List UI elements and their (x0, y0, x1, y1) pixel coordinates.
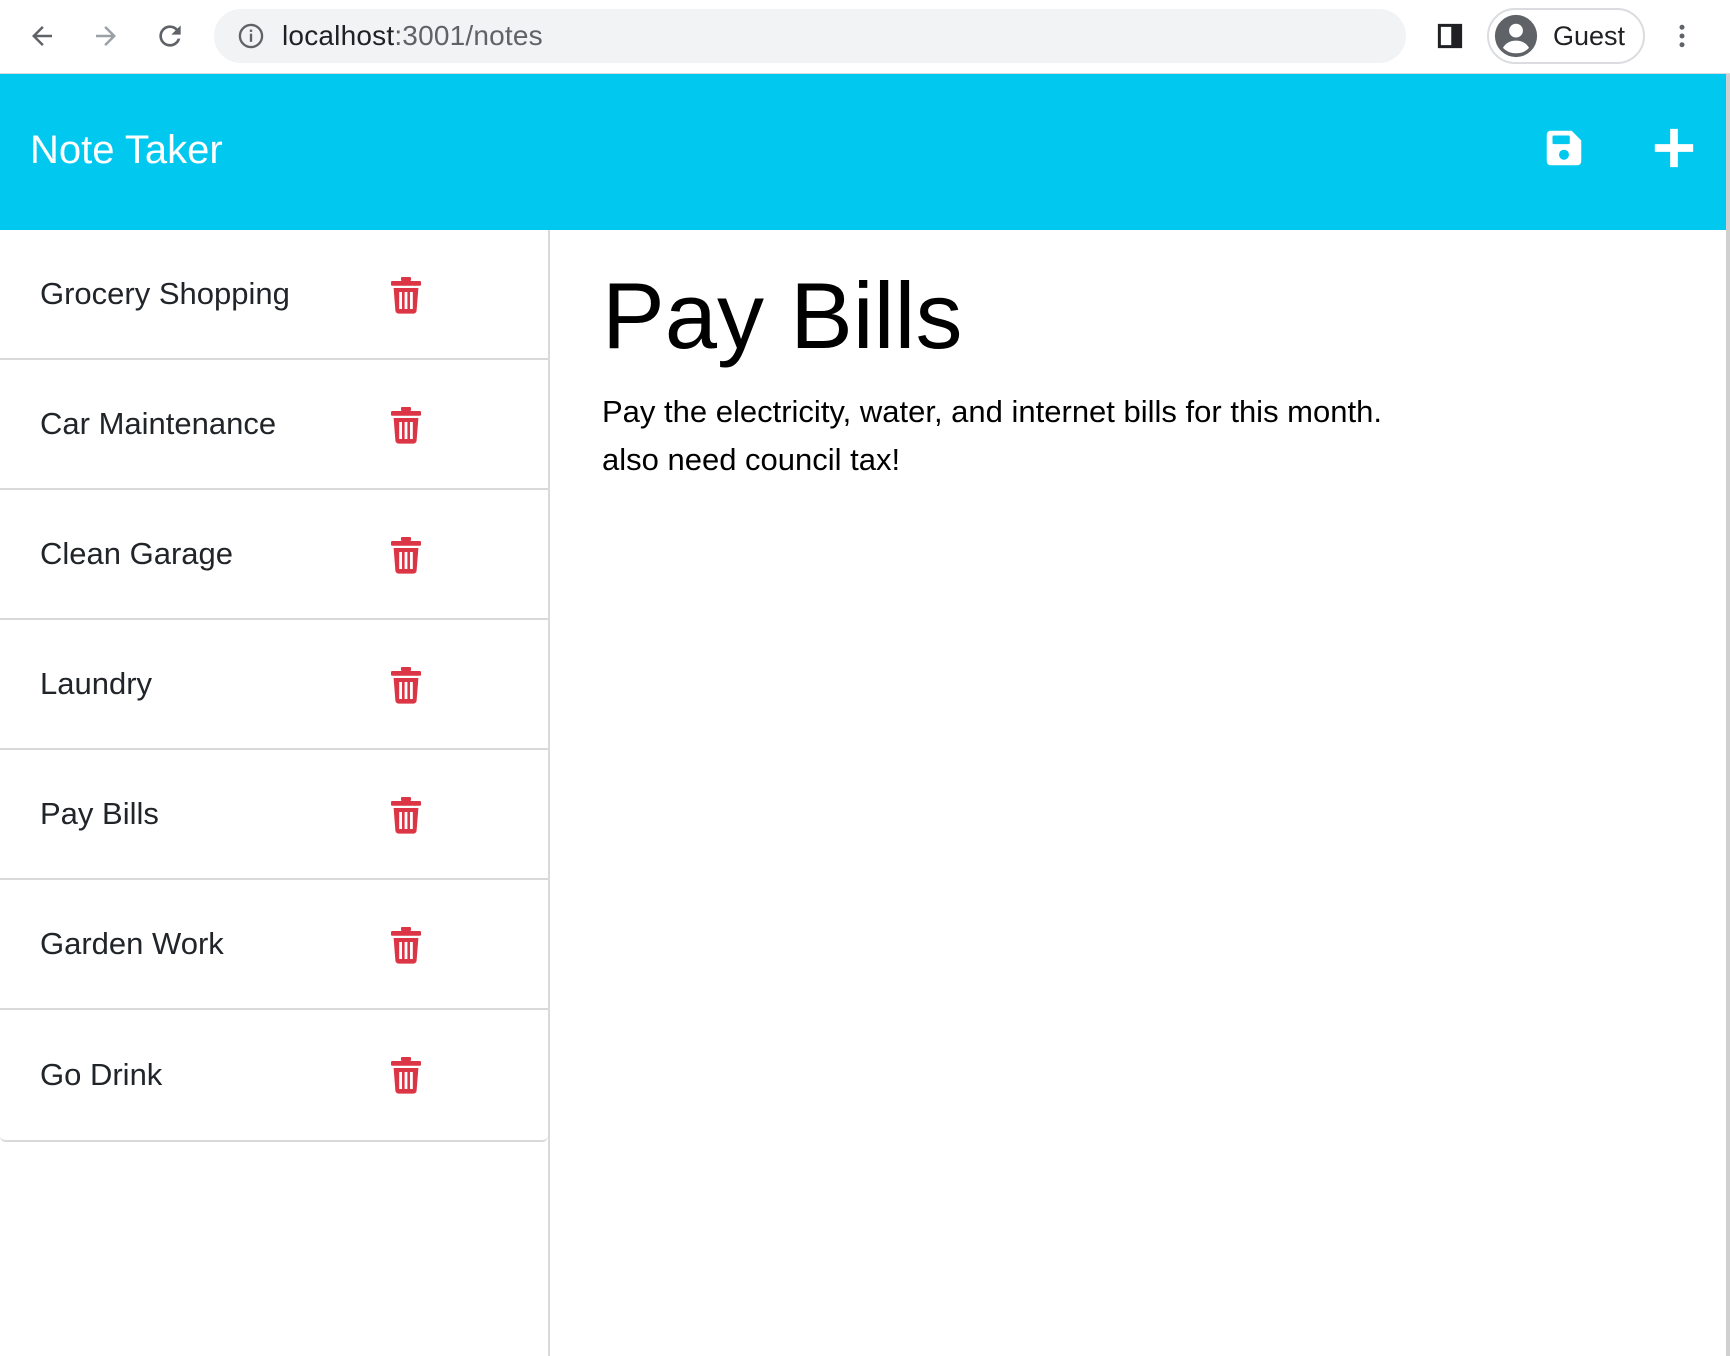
note-list: Grocery Shopping Car Maintenance Clean G… (0, 230, 548, 1142)
app-navbar: Note Taker (0, 74, 1726, 230)
address-bar[interactable]: localhost:3001/notes (214, 9, 1406, 63)
notes-sidebar: Grocery Shopping Car Maintenance Clean G… (0, 230, 550, 1356)
trash-icon (391, 537, 421, 574)
save-icon (1546, 130, 1582, 166)
url-text: localhost:3001/notes (282, 20, 543, 52)
window-edge (1726, 74, 1730, 1356)
note-editor: Pay Bills Pay the electricity, water, an… (552, 230, 1726, 1356)
note-title: Go Drink (40, 1057, 163, 1092)
more-vert-icon (1679, 24, 1685, 48)
arrow-left-icon (32, 26, 52, 46)
trash-icon (391, 927, 421, 964)
arrow-right-icon (96, 26, 116, 46)
trash-icon (391, 667, 421, 704)
list-item[interactable]: Garden Work (0, 880, 548, 1010)
account-circle-icon (1494, 14, 1538, 58)
trash-icon (391, 1057, 421, 1094)
reload-icon (159, 25, 181, 47)
list-item[interactable]: Car Maintenance (0, 360, 548, 490)
new-note-button[interactable] (1648, 122, 1700, 174)
list-item[interactable]: Clean Garage (0, 490, 548, 620)
url-host: localhost (282, 20, 395, 51)
profile-name: Guest (1553, 20, 1626, 51)
info-icon[interactable] (236, 21, 266, 51)
delete-note-button[interactable] (386, 924, 426, 966)
back-button[interactable] (20, 14, 64, 58)
note-title: Laundry (40, 666, 153, 701)
delete-note-button[interactable] (386, 1054, 426, 1096)
list-item[interactable]: Pay Bills (0, 750, 548, 880)
delete-note-button[interactable] (386, 664, 426, 706)
note-title: Garden Work (40, 926, 224, 961)
profile-button[interactable]: Guest (1487, 8, 1645, 64)
list-item[interactable]: Laundry (0, 620, 548, 750)
trash-icon (391, 277, 421, 314)
note-title: Car Maintenance (40, 406, 277, 441)
delete-note-button[interactable] (386, 274, 426, 316)
note-title: Pay Bills (40, 796, 159, 831)
trash-icon (391, 407, 421, 444)
note-text-field[interactable]: Pay the electricity, water, and internet… (602, 388, 1482, 484)
save-note-button[interactable] (1538, 122, 1590, 174)
delete-note-button[interactable] (386, 534, 426, 576)
reload-button[interactable] (148, 14, 192, 58)
note-title: Grocery Shopping (40, 276, 290, 311)
browser-toolbar: localhost:3001/notes Guest (0, 0, 1730, 74)
list-item[interactable]: Grocery Shopping (0, 230, 548, 360)
app-brand[interactable]: Note Taker (30, 128, 223, 173)
delete-note-button[interactable] (386, 794, 426, 836)
trash-icon (391, 797, 421, 834)
plus-icon (1654, 128, 1694, 168)
side-panel-button[interactable] (1428, 14, 1472, 58)
note-title: Clean Garage (40, 536, 234, 571)
forward-button[interactable] (84, 14, 128, 58)
browser-menu-button[interactable] (1660, 14, 1704, 58)
url-path: :3001/notes (394, 20, 543, 51)
note-title-field[interactable]: Pay Bills (602, 262, 962, 370)
side-panel-icon (1437, 23, 1463, 49)
list-item[interactable]: Go Drink (0, 1010, 548, 1140)
delete-note-button[interactable] (386, 404, 426, 446)
